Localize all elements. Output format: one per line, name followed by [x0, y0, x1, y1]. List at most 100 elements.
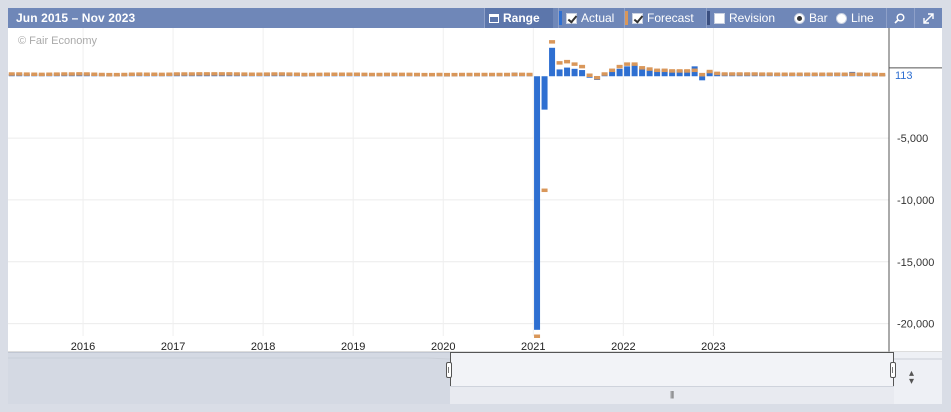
forecast-marker [804, 72, 811, 77]
range-button[interactable]: Range [484, 8, 553, 28]
calendar-icon [489, 13, 499, 23]
forecast-marker [496, 72, 503, 77]
forecast-marker [714, 71, 721, 76]
forecast-marker [706, 69, 713, 74]
forecast-marker [428, 72, 435, 77]
forecast-marker [691, 68, 698, 73]
line-option[interactable]: Line [832, 8, 882, 28]
forecast-marker [511, 72, 518, 77]
forecast-marker [736, 72, 743, 76]
navigator-scrollbar[interactable]: ||| [450, 386, 894, 404]
forecast-marker [586, 73, 593, 78]
forecast-marker [684, 69, 691, 73]
forecast-marker [564, 59, 571, 64]
forecast-marker [631, 62, 638, 66]
forecast-marker [121, 72, 128, 77]
forecast-marker [759, 72, 766, 76]
forecast-marker [376, 72, 383, 77]
forecast-marker [489, 72, 496, 77]
forecast-marker [826, 72, 833, 77]
y-tick-label: -20,000 [897, 319, 934, 331]
forecast-marker [98, 72, 105, 77]
forecast-marker [61, 72, 68, 76]
forecast-marker [744, 72, 751, 76]
navigator-left-handle[interactable] [446, 362, 452, 378]
forecast-marker [128, 72, 135, 77]
forecast-marker [331, 72, 338, 77]
forecast-marker [841, 72, 848, 77]
forecast-marker [241, 72, 248, 76]
current-value-label: 113 [895, 70, 913, 82]
forecast-marker [31, 72, 38, 77]
navigator-right-handle[interactable] [890, 362, 896, 378]
forecast-marker [256, 72, 263, 77]
forecast-marker [181, 72, 188, 76]
y-tick-label: -15,000 [897, 257, 934, 269]
revision-swatch [707, 11, 710, 25]
forecast-marker [338, 72, 345, 77]
forecast-marker [23, 72, 30, 76]
forecast-marker [811, 72, 818, 77]
forecast-marker [278, 72, 285, 76]
forecast-marker [68, 72, 75, 76]
bar-radio[interactable] [794, 12, 805, 24]
forecast-marker [676, 69, 683, 73]
forecast-marker [286, 72, 293, 76]
forecast-marker [301, 72, 308, 77]
forecast-marker [76, 72, 83, 76]
forecast-checkbox[interactable] [632, 12, 643, 24]
plot-area: -5,000 -10,000 -15,000 -20,000 2016 2017 2018 2… [8, 28, 942, 352]
forecast-marker [504, 72, 511, 77]
forecast-marker [293, 72, 300, 77]
revision-toggle[interactable]: Revision [706, 8, 787, 28]
forecast-marker [864, 72, 871, 77]
actual-bar [564, 67, 571, 77]
forecast-marker [226, 72, 233, 76]
forecast-marker [158, 72, 165, 77]
actual-bar [699, 76, 706, 81]
forecast-marker [91, 72, 98, 77]
forecast-marker [556, 61, 563, 65]
forecast-marker [323, 72, 330, 77]
forecast-marker [541, 188, 548, 193]
forecast-marker [594, 75, 601, 80]
forecast-marker [624, 62, 631, 66]
x-tick-label: 2019 [341, 341, 365, 352]
forecast-toggle[interactable]: Forecast [624, 8, 706, 28]
actual-toggle[interactable]: Actual [558, 8, 624, 28]
forecast-marker [203, 72, 210, 76]
forecast-marker [436, 72, 443, 77]
fullscreen-icon [923, 12, 934, 24]
forecast-marker [766, 72, 773, 76]
forecast-marker [519, 72, 526, 77]
x-tick-label: 2021 [521, 341, 545, 352]
range-navigator[interactable]: ||| [8, 352, 942, 404]
chart-widget: Jun 2015 – Nov 2023 Range Actual Forecas… [0, 0, 951, 412]
forecast-marker [534, 334, 541, 338]
forecast-marker [579, 64, 586, 69]
navigator-arrows-icon[interactable]: ▴ ▾ [909, 369, 914, 387]
forecast-marker [459, 72, 466, 77]
forecast-label: Forecast [647, 11, 694, 25]
actual-bar [534, 76, 541, 330]
forecast-marker [789, 72, 796, 77]
scroll-grip-icon[interactable]: ||| [670, 390, 674, 399]
line-radio[interactable] [836, 12, 847, 24]
forecast-marker [774, 72, 781, 77]
revision-checkbox[interactable] [714, 12, 725, 24]
forecast-marker [173, 72, 180, 76]
fullscreen-button[interactable] [914, 8, 942, 28]
zoom-button[interactable] [886, 8, 912, 28]
revision-label: Revision [729, 11, 776, 25]
actual-checkbox[interactable] [566, 12, 577, 24]
line-label: Line [851, 11, 874, 25]
bar-option[interactable]: Bar [790, 8, 834, 28]
forecast-marker [211, 72, 218, 76]
forecast-marker [383, 72, 390, 77]
actual-bar [616, 68, 623, 77]
forecast-marker [871, 72, 878, 77]
forecast-marker [654, 68, 661, 73]
actual-bar [541, 76, 548, 110]
forecast-marker [233, 72, 240, 76]
forecast-marker [413, 72, 420, 77]
